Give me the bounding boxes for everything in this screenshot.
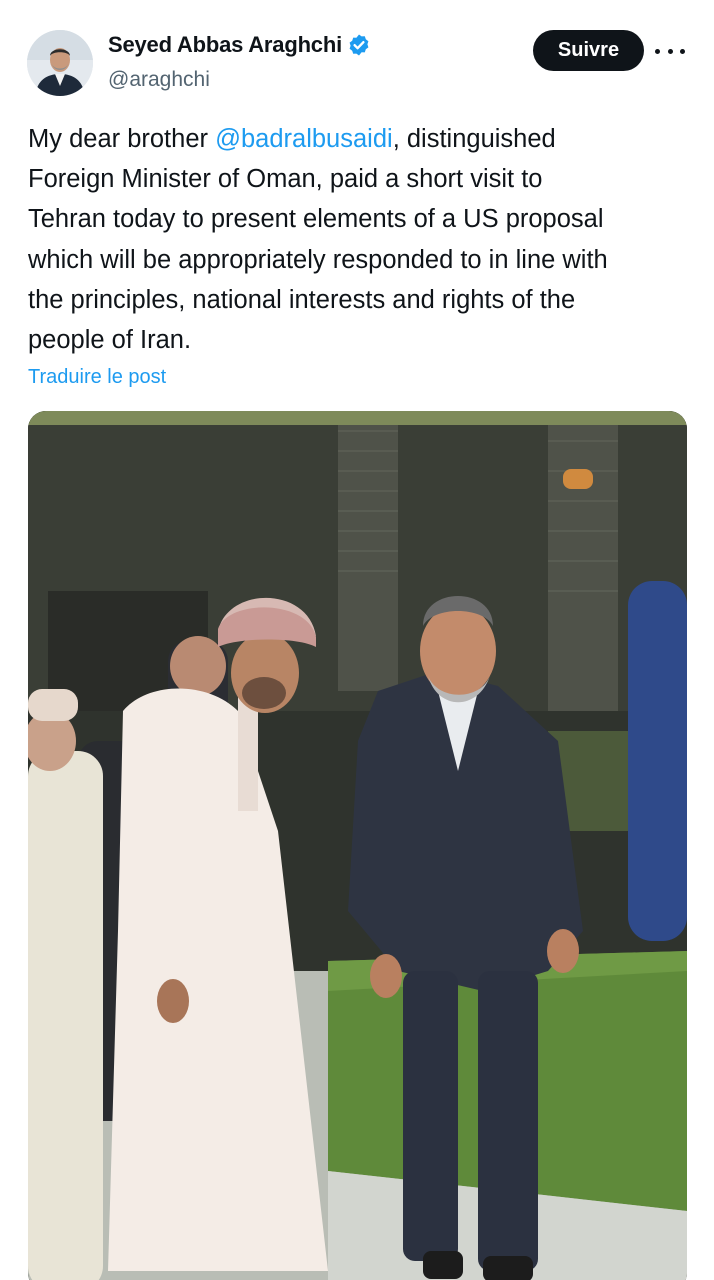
follow-button[interactable]: Suivre [533,30,644,71]
tweet-photo[interactable] [28,411,687,1280]
tweet-text: My dear brother @badralbusaidi, distingu… [28,119,698,360]
verified-badge-icon [347,33,371,57]
tweet-text-body: , distinguished Foreign Minister of Oman… [28,125,608,355]
author-handle[interactable]: @araghchi [108,68,210,92]
author-display-name[interactable]: Seyed Abbas Araghchi [108,32,342,58]
more-dot [680,48,685,54]
more-options-icon[interactable] [655,44,685,58]
author-name-row[interactable]: Seyed Abbas Araghchi [108,32,371,58]
translate-post-link[interactable]: Traduire le post [28,366,166,389]
more-dot [655,48,660,54]
photo-illustration [28,411,687,1280]
tweet-text-intro: My dear brother [28,125,216,153]
mention-link[interactable]: @badralbusaidi [215,125,393,153]
avatar-image [27,30,93,96]
more-dot [667,48,673,54]
author-avatar[interactable] [27,30,93,96]
